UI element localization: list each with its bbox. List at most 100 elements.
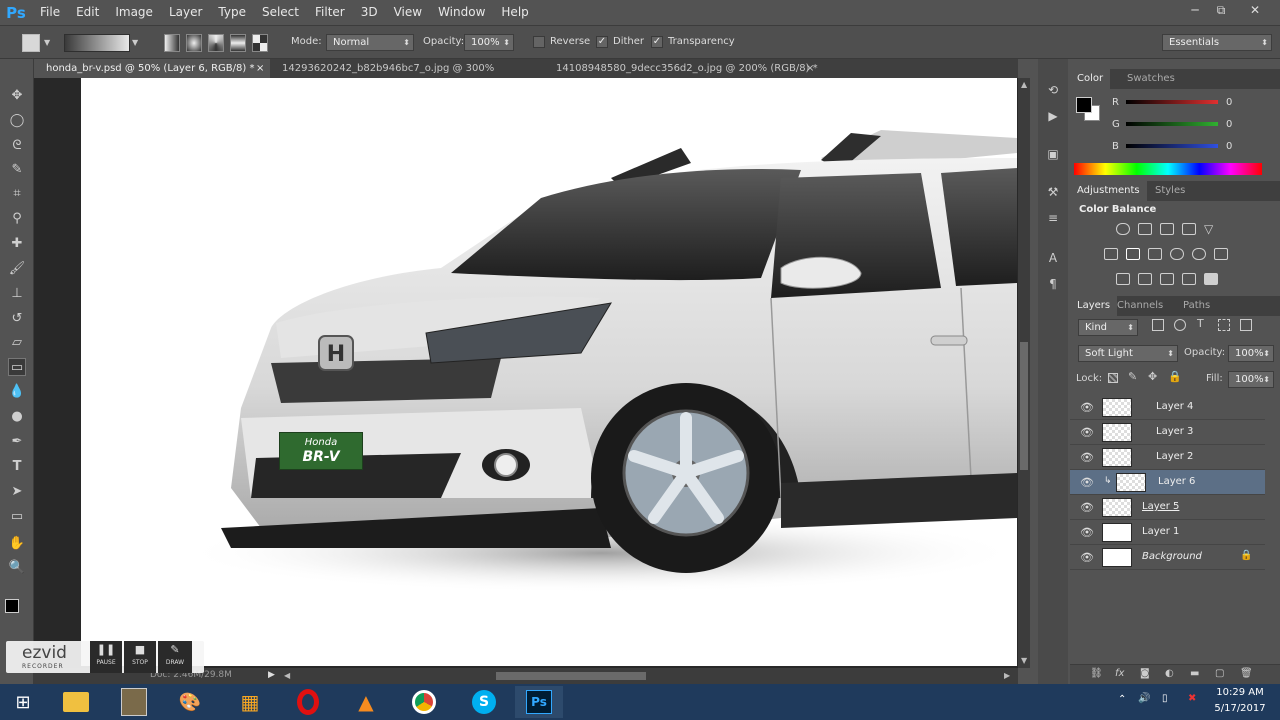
status-menu-arrow-icon[interactable]: ▶: [268, 670, 275, 680]
filter-smart-object-icon[interactable]: [1240, 319, 1252, 331]
visibility-eye-icon[interactable]: 👁: [1080, 426, 1094, 439]
delete-layer-icon[interactable]: 🗑: [1240, 668, 1253, 679]
green-slider[interactable]: [1126, 122, 1218, 126]
paint-app-icon[interactable]: 🎨: [166, 686, 214, 718]
history-icon[interactable]: ⟲: [1045, 83, 1061, 99]
hand-tool-icon[interactable]: ✋: [8, 535, 26, 553]
file-explorer-icon[interactable]: [52, 686, 100, 718]
scroll-right-icon[interactable]: ▶: [1004, 671, 1010, 680]
menu-window[interactable]: Window: [430, 0, 493, 25]
menu-select[interactable]: Select: [254, 0, 307, 25]
store-grid-icon[interactable]: ▦: [226, 686, 274, 718]
tab-paths[interactable]: Paths: [1176, 296, 1217, 316]
vibrance-icon[interactable]: ▽: [1204, 223, 1218, 235]
chrome-icon[interactable]: [400, 686, 448, 718]
curves-icon[interactable]: [1160, 223, 1174, 235]
pause-button[interactable]: ❚❚ PAUSE: [90, 641, 122, 673]
quick-select-tool-icon[interactable]: ✎: [8, 161, 26, 179]
hue-saturation-icon[interactable]: [1104, 248, 1118, 260]
lock-all-icon[interactable]: 🔒: [1168, 370, 1182, 383]
move-tool-icon[interactable]: ✥: [8, 87, 26, 105]
new-layer-icon[interactable]: ▢: [1215, 668, 1224, 679]
link-layers-icon[interactable]: ⛓: [1090, 668, 1103, 679]
layer-row-layer2[interactable]: 👁 Layer 2: [1070, 445, 1265, 470]
battery-icon[interactable]: ▯: [1162, 693, 1168, 704]
selective-color-icon[interactable]: [1182, 273, 1196, 285]
new-group-icon[interactable]: ▬: [1190, 668, 1199, 679]
add-mask-icon[interactable]: ◙: [1140, 668, 1150, 679]
brush-tool-icon[interactable]: 🖌: [8, 260, 26, 278]
foreground-color-swatch[interactable]: [5, 599, 19, 613]
tab-styles[interactable]: Styles: [1148, 181, 1192, 201]
paragraph-icon[interactable]: ¶: [1045, 277, 1061, 293]
layer-row-layer1[interactable]: 👁 Layer 1: [1070, 520, 1265, 545]
photoshop-taskbar-icon[interactable]: Ps: [515, 686, 563, 718]
gradient-map-icon[interactable]: [1204, 273, 1218, 285]
layer-row-layer4[interactable]: 👁 Layer 4: [1070, 395, 1265, 420]
gradient-picker[interactable]: [64, 34, 130, 52]
menu-image[interactable]: Image: [107, 0, 161, 25]
layer-name[interactable]: Background: [1142, 551, 1202, 562]
menu-help[interactable]: Help: [493, 0, 536, 25]
blue-value[interactable]: 0: [1226, 141, 1256, 152]
lasso-tool-icon[interactable]: ᘓ: [8, 137, 26, 155]
threshold-icon[interactable]: [1160, 273, 1174, 285]
scrollbar-thumb[interactable]: [1020, 342, 1028, 470]
visibility-eye-icon[interactable]: 👁: [1080, 401, 1094, 414]
invert-icon[interactable]: [1116, 273, 1130, 285]
vlc-icon[interactable]: ▲: [342, 686, 390, 718]
clone-stamp-tool-icon[interactable]: ⊥: [8, 285, 26, 303]
layer-row-background[interactable]: 👁 Background 🔒: [1070, 545, 1265, 570]
linear-gradient-icon[interactable]: [164, 34, 180, 52]
fx-icon[interactable]: fx: [1115, 668, 1124, 679]
brush-presets-icon[interactable]: ≡: [1045, 211, 1061, 227]
red-slider[interactable]: [1126, 100, 1218, 104]
color-spectrum[interactable]: [1074, 163, 1262, 175]
chevron-down-icon[interactable]: ▼: [44, 38, 52, 56]
exposure-icon[interactable]: [1182, 223, 1196, 235]
visibility-eye-icon[interactable]: 👁: [1080, 501, 1094, 514]
radial-gradient-icon[interactable]: [186, 34, 202, 52]
color-balance-icon[interactable]: [1126, 248, 1140, 260]
scroll-down-icon[interactable]: ▼: [1021, 656, 1027, 665]
transparency-checkbox[interactable]: ✓: [651, 36, 663, 48]
tab-channels[interactable]: Channels: [1110, 296, 1170, 316]
taskbar-time[interactable]: 10:29 AM: [1212, 687, 1268, 698]
lock-transparent-icon[interactable]: [1108, 373, 1118, 383]
scrollbar-thumb[interactable]: [496, 672, 646, 680]
tab-honda-brv[interactable]: honda_br-v.psd @ 50% (Layer 6, RGB/8) * …: [34, 59, 270, 78]
brightness-icon[interactable]: [1116, 223, 1130, 235]
user-avatar-icon[interactable]: [110, 686, 158, 718]
stop-button[interactable]: ■ STOP: [124, 641, 156, 673]
tab-color[interactable]: Color: [1070, 69, 1111, 89]
vertical-scrollbar[interactable]: ▲ ▼: [1018, 78, 1030, 668]
shape-tool-icon[interactable]: ▭: [8, 508, 26, 526]
visibility-eye-icon[interactable]: 👁: [1080, 526, 1094, 539]
gradient-tool-icon[interactable]: ▭: [8, 358, 26, 376]
red-value[interactable]: 0: [1226, 97, 1256, 108]
history-brush-tool-icon[interactable]: ↺: [8, 310, 26, 328]
tab-adjustments[interactable]: Adjustments: [1070, 181, 1147, 201]
color-lookup-icon[interactable]: [1214, 248, 1228, 260]
draw-button[interactable]: ✎ DRAW: [158, 641, 192, 673]
menu-layer[interactable]: Layer: [161, 0, 210, 25]
restore-button[interactable]: ⧉: [1206, 0, 1236, 20]
visibility-eye-icon[interactable]: 👁: [1080, 551, 1094, 564]
visibility-eye-icon[interactable]: 👁: [1080, 476, 1094, 489]
menu-edit[interactable]: Edit: [68, 0, 107, 25]
eraser-tool-icon[interactable]: ▱: [8, 334, 26, 352]
dodge-tool-icon[interactable]: ●: [8, 408, 26, 426]
filter-shape-icon[interactable]: [1218, 319, 1230, 331]
filter-pixel-icon[interactable]: [1152, 319, 1164, 331]
posterize-icon[interactable]: [1138, 273, 1152, 285]
tab-image-2[interactable]: 14293620242_b82b946bc7_o.jpg @ 300% (RGB…: [270, 59, 539, 93]
zoom-tool-icon[interactable]: 🔍: [8, 559, 26, 577]
opacity-field[interactable]: 100%: [464, 34, 514, 51]
properties-icon[interactable]: ▣: [1045, 147, 1061, 163]
menu-3d[interactable]: 3D: [353, 0, 386, 25]
reflected-gradient-icon[interactable]: [230, 34, 246, 52]
menu-filter[interactable]: Filter: [307, 0, 353, 25]
layer-name[interactable]: Layer 6: [1158, 476, 1195, 487]
layer-name[interactable]: Layer 3: [1156, 426, 1193, 437]
tab-swatches[interactable]: Swatches: [1120, 69, 1182, 89]
